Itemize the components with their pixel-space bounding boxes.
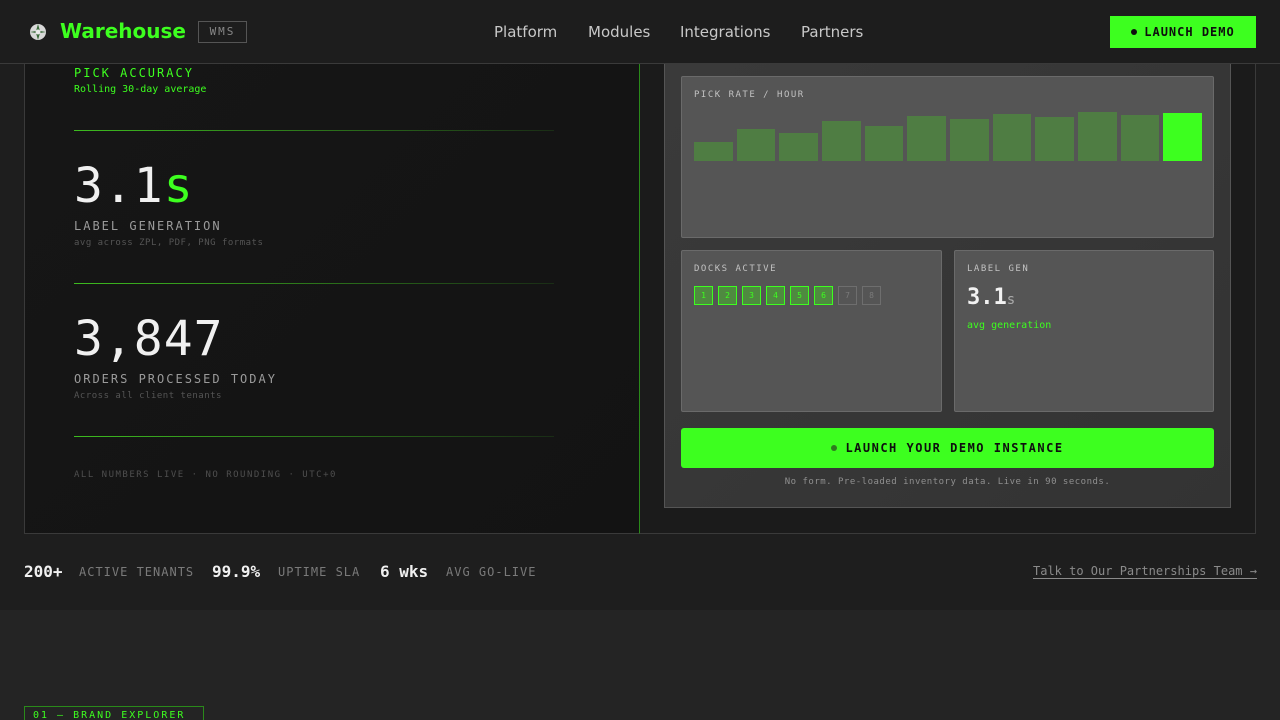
dock-indicator: 8	[862, 286, 881, 305]
orders-metric: 3,847	[74, 311, 224, 367]
logo-icon[interactable]	[28, 22, 48, 42]
dock-indicator: 1	[694, 286, 713, 305]
label-gen-card-unit: s	[1006, 292, 1016, 308]
nav-partners[interactable]: Partners	[801, 23, 863, 41]
brand-explorer-section	[0, 610, 1280, 720]
dock-indicator: 4	[766, 286, 785, 305]
pick-rate-bar	[694, 142, 733, 161]
brand-tag: WMS	[198, 21, 247, 43]
orders-label: ORDERS PROCESSED TODAY	[74, 372, 277, 386]
dock-indicator: 3	[742, 286, 761, 305]
nav-platform[interactable]: Platform	[494, 23, 557, 41]
pick-rate-bar	[907, 116, 946, 161]
label-gen-card-sub: avg generation	[967, 320, 1052, 331]
partnerships-link[interactable]: Talk to Our Partnerships Team →	[1033, 564, 1257, 578]
divider	[74, 436, 554, 437]
label-gen-label: LABEL GENERATION	[74, 219, 222, 233]
docks-label: DOCKS ACTIVE	[694, 264, 778, 274]
label-gen-card-value: 3.1s	[967, 285, 1015, 310]
pick-rate-bar	[822, 121, 861, 161]
label-gen-sub: avg across ZPL, PDF, PNG formats	[74, 238, 264, 248]
status-dot-icon	[1131, 29, 1138, 35]
launch-instance-button[interactable]: LAUNCH YOUR DEMO INSTANCE	[681, 428, 1214, 468]
pick-rate-label: PICK RATE / HOUR	[694, 90, 805, 100]
orders-value: 3,847	[74, 311, 224, 367]
pick-rate-bar	[779, 133, 818, 161]
cta-note: No form. Pre-loaded inventory data. Live…	[784, 477, 1111, 487]
stat-golive-label: AVG GO-LIVE	[446, 565, 537, 579]
label-gen-card-number: 3.1	[967, 285, 1007, 310]
pick-rate-bar	[950, 119, 989, 161]
pick-rate-bar	[1035, 117, 1074, 161]
docks-card: DOCKS ACTIVE 12345678	[681, 250, 942, 412]
pick-rate-bar	[992, 114, 1032, 161]
label-gen-card: LABEL GEN 3.1s avg generation	[954, 250, 1214, 412]
divider	[74, 283, 554, 284]
orders-sub: Across all client tenants	[74, 391, 222, 401]
nav-modules[interactable]: Modules	[588, 23, 650, 41]
stat-tenants-label: ACTIVE TENANTS	[79, 565, 195, 579]
label-gen-value: 3.1	[74, 158, 164, 214]
launch-instance-label: LAUNCH YOUR DEMO INSTANCE	[845, 441, 1064, 455]
pick-rate-bar	[1078, 112, 1117, 161]
nav-integrations[interactable]: Integrations	[680, 23, 770, 41]
label-gen-metric: 3.1s	[74, 158, 194, 214]
divider	[74, 130, 554, 131]
pick-accuracy-sub: Rolling 30-day average	[74, 84, 207, 95]
live-footnote: ALL NUMBERS LIVE · NO ROUNDING · UTC+0	[74, 470, 337, 480]
stat-golive-number: 6 wks	[380, 562, 429, 581]
section-tag: 01 — BRAND EXPLORER	[24, 706, 204, 720]
launch-demo-label: LAUNCH DEMO	[1144, 25, 1235, 39]
brand-name[interactable]: Warehouse	[60, 19, 186, 43]
pick-rate-bar	[864, 126, 904, 161]
dock-indicator: 6	[814, 286, 833, 305]
status-dot-icon	[831, 445, 838, 451]
stat-tenants-number: 200+	[24, 562, 63, 581]
dock-indicator: 5	[790, 286, 809, 305]
pick-rate-bar	[736, 129, 776, 161]
metrics-panel: PICK ACCURACY Rolling 30-day average 3.1…	[24, 64, 640, 534]
dock-indicator: 7	[838, 286, 857, 305]
pick-accuracy-label: PICK ACCURACY	[74, 66, 194, 80]
top-nav: Warehouse WMS Platform Modules Integrati…	[0, 0, 1280, 64]
pick-rate-card: PICK RATE / HOUR	[681, 76, 1214, 238]
pick-rate-bar	[1163, 113, 1202, 161]
pick-rate-bar	[1120, 115, 1160, 161]
launch-demo-button[interactable]: LAUNCH DEMO	[1110, 16, 1256, 48]
dock-indicator: 2	[718, 286, 737, 305]
stat-uptime-number: 99.9%	[212, 562, 261, 581]
docks-grid: 12345678	[694, 286, 881, 305]
label-gen-card-label: LABEL GEN	[967, 264, 1030, 274]
stat-uptime-label: UPTIME SLA	[278, 565, 361, 579]
label-gen-unit: s	[163, 158, 194, 214]
pick-rate-bars	[694, 111, 1202, 161]
